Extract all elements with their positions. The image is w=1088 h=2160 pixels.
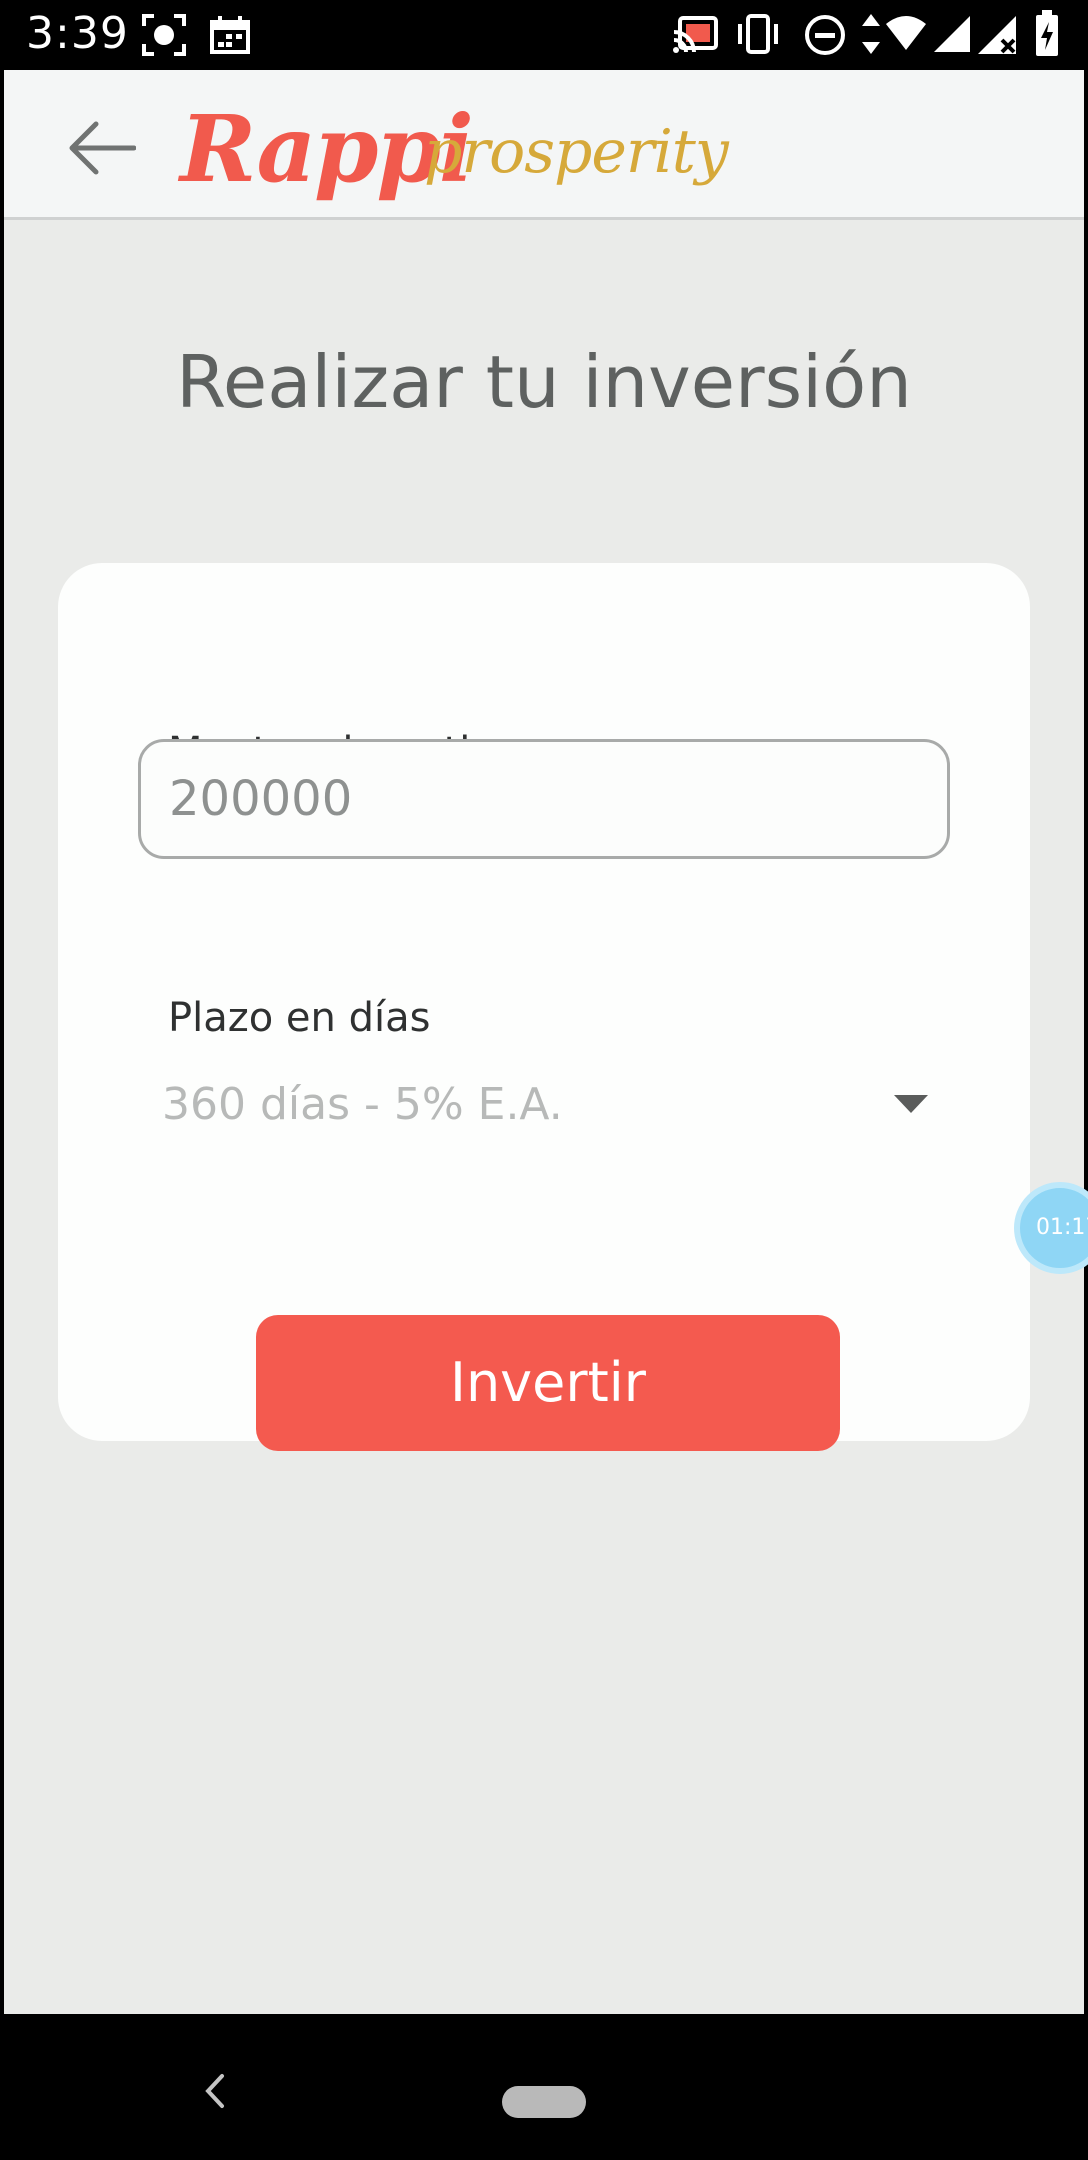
invest-button[interactable]: Invertir (256, 1315, 840, 1451)
cast-icon (673, 16, 718, 53)
signal-icon (934, 16, 970, 52)
amount-input[interactable] (138, 739, 950, 859)
wifi-icon (886, 16, 926, 50)
term-selected-value: 360 días - 5% E.A. (162, 1079, 563, 1130)
navigation-bar (0, 2014, 1088, 2160)
do-not-disturb-icon (805, 15, 845, 55)
arrow-back-icon[interactable] (66, 120, 136, 176)
battery-charging-icon (1036, 10, 1058, 56)
vibrate-icon (738, 14, 778, 54)
nav-back-icon[interactable] (202, 2072, 226, 2110)
home-pill-icon[interactable] (502, 2086, 586, 2118)
page-title: Realizar tu inversión (176, 340, 912, 424)
status-bar: 3:39 (0, 0, 1088, 70)
status-time: 3:39 (26, 8, 129, 59)
signal-no-data-icon (978, 16, 1016, 54)
screenshot-icon (142, 14, 186, 56)
term-label: Plazo en días (168, 995, 431, 1041)
term-select[interactable]: 360 días - 5% E.A. (138, 1043, 950, 1163)
data-arrows-icon (862, 14, 880, 54)
app-bar: Rappi prosperity (4, 70, 1084, 220)
dropdown-caret-icon (894, 1095, 928, 1113)
logo-prosperity: prosperity (424, 117, 729, 187)
calendar-icon (210, 16, 250, 54)
app-screen: Rappi prosperity Realizar tu inversión M… (4, 70, 1088, 2014)
screen: 3:39 Rappi prosperity Realizar tu invers… (0, 0, 1088, 2160)
investment-form-card: Monto a invertir Plazo en días 360 días … (58, 563, 1030, 1451)
